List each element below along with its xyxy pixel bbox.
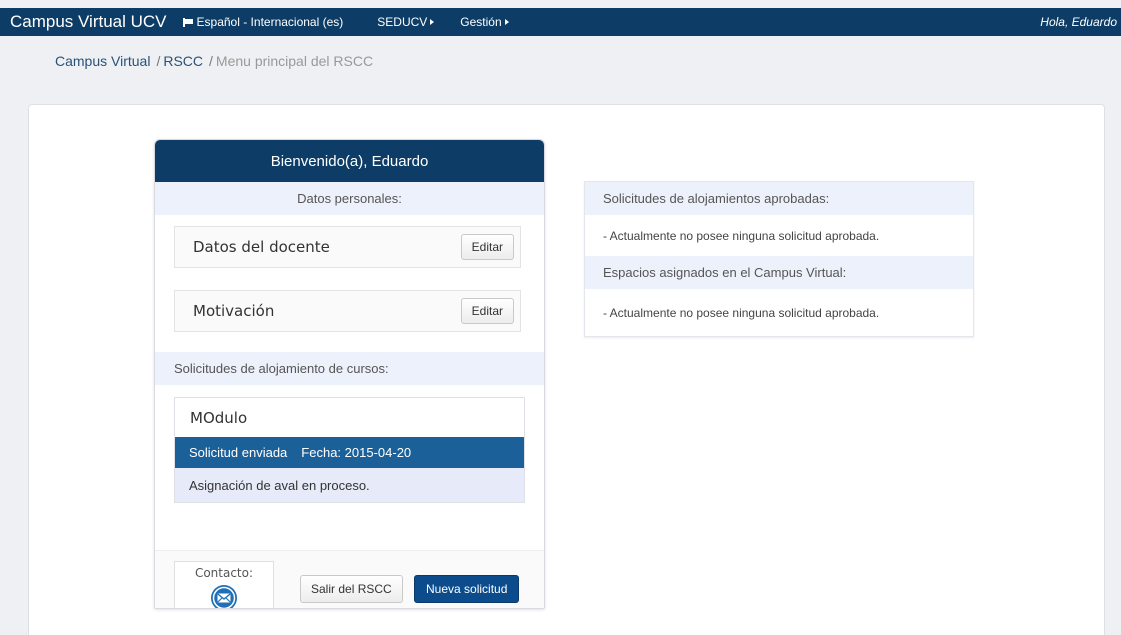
language-label: Español - Internacional (es) [196, 15, 344, 29]
menu-gestion-label: Gestión [460, 15, 502, 29]
motivation-label: Motivación [193, 302, 275, 320]
approved-requests-title: Solicitudes de alojamientos aprobadas: [585, 182, 973, 215]
contact-box[interactable]: Contacto: [174, 561, 274, 609]
course-request-item: MOdulo Solicitud enviada Fecha: 2015-04-… [174, 397, 525, 503]
request-status: Solicitud enviada [189, 445, 288, 460]
assigned-spaces-text: - Actualmente no posee ninguna solicitud… [603, 306, 880, 320]
menu-seducv-label: SEDUCV [377, 15, 428, 29]
welcome-header: Bienvenido(a), Eduardo [155, 140, 544, 182]
approved-requests-text: - Actualmente no posee ninguna solicitud… [603, 228, 880, 243]
module-title: MOdulo [190, 408, 248, 427]
caret-right-icon [504, 19, 509, 25]
new-request-button[interactable]: Nueva solicitud [414, 575, 520, 603]
caret-right-icon [430, 19, 435, 25]
welcome-card: Bienvenido(a), Eduardo Datos personales:… [154, 139, 545, 609]
teacher-data-box: Datos del docente Editar [174, 226, 521, 268]
user-greeting[interactable]: Hola, Eduardo [1040, 15, 1117, 29]
assigned-spaces-title: Espacios asignados en el Campus Virtual: [585, 256, 973, 289]
edit-motivation-button[interactable]: Editar [460, 298, 514, 324]
flag-icon [182, 17, 193, 27]
contact-label: Contacto: [194, 566, 254, 580]
approved-requests-panel: Solicitudes de alojamientos aprobadas: -… [584, 181, 974, 337]
breadcrumb-current: Menu principal del RSCC [215, 53, 374, 69]
request-note: Asignación de aval en proceso. [175, 468, 524, 502]
request-status-bar: Solicitud enviada Fecha: 2015-04-20 [175, 437, 524, 468]
menu-gestion[interactable]: Gestión [460, 15, 509, 29]
brand-link[interactable]: Campus Virtual UCV [10, 12, 167, 32]
breadcrumb-campus-virtual[interactable]: Campus Virtual [55, 53, 150, 69]
language-menu[interactable]: Español - Internacional (es) [182, 15, 344, 29]
card-footer: Contacto: Salir del RSCC Nueva solicitud [155, 550, 544, 609]
requests-section-title: Solicitudes de alojamiento de cursos: [155, 352, 544, 385]
breadcrumb-rscc[interactable]: RSCC [163, 53, 203, 69]
breadcrumb-separator: / [209, 53, 213, 69]
edit-teacher-data-button[interactable]: Editar [460, 234, 514, 260]
breadcrumb: Campus Virtual / RSCC / Menu principal del R… [55, 53, 373, 69]
exit-rscc-button[interactable]: Salir del RSCC [300, 575, 403, 603]
personal-data-section-title: Datos personales: [155, 182, 544, 215]
teacher-data-label: Datos del docente [193, 238, 330, 256]
top-navbar: Campus Virtual UCV Español - Internacion… [0, 8, 1121, 36]
request-date: Fecha: 2015-04-20 [301, 445, 412, 460]
envelope-icon[interactable] [210, 584, 238, 609]
menu-seducv[interactable]: SEDUCV [377, 15, 435, 29]
motivation-box: Motivación Editar [174, 290, 521, 332]
breadcrumb-separator: / [156, 53, 161, 69]
